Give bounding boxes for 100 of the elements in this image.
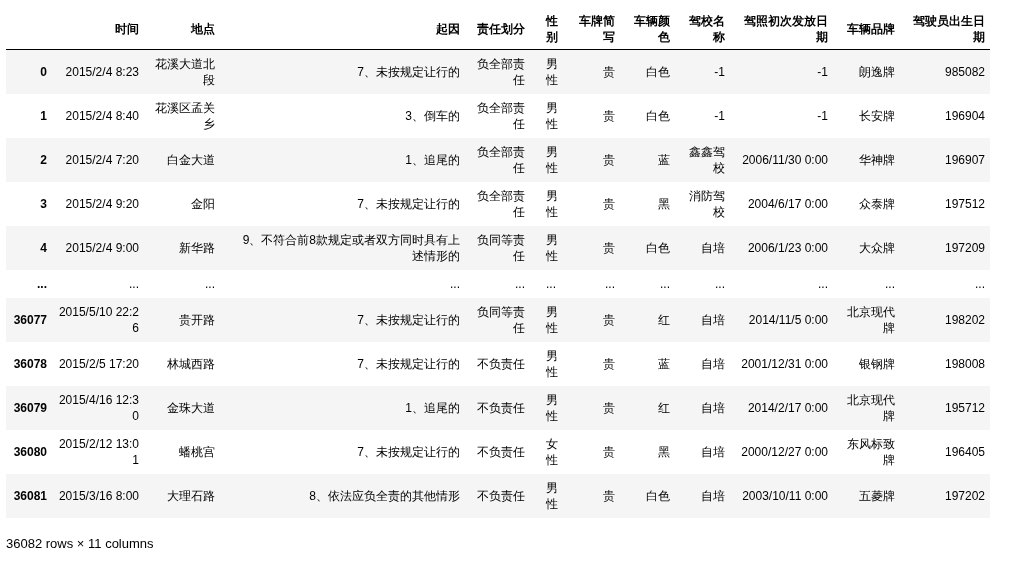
table-cell: 196904 [900, 94, 990, 138]
table-cell: 男性 [530, 49, 565, 94]
table-cell: 贵开路 [144, 298, 220, 342]
table-cell: 1、追尾的 [220, 138, 465, 182]
table-cell: 7、未按规定让行的 [220, 342, 465, 386]
table-cell: ... [220, 270, 465, 298]
column-header: 车辆品牌 [833, 10, 900, 50]
table-cell: 自培 [675, 342, 730, 386]
table-cell: 198008 [900, 342, 990, 386]
table-cell: 男性 [530, 474, 565, 518]
table-cell: -1 [675, 94, 730, 138]
table-cell: 贵 [565, 182, 620, 226]
table-cell: 金阳 [144, 182, 220, 226]
table-cell: 负同等责任 [465, 226, 530, 270]
table-cell: -1 [730, 94, 833, 138]
table-cell: 2000/12/27 0:00 [730, 430, 833, 474]
table-cell: 贵 [565, 226, 620, 270]
table-cell: 红 [620, 298, 675, 342]
table-cell: 7、未按规定让行的 [220, 298, 465, 342]
table-cell: 消防驾校 [675, 182, 730, 226]
row-index: 2 [6, 138, 57, 182]
table-cell: 男性 [530, 226, 565, 270]
table-cell: 8、依法应负全责的其他情形 [220, 474, 465, 518]
table-cell: 鑫鑫驾校 [675, 138, 730, 182]
row-index: 1 [6, 94, 57, 138]
table-cell: 长安牌 [833, 94, 900, 138]
table-cell: ... [675, 270, 730, 298]
table-cell: 197512 [900, 182, 990, 226]
table-cell: 贵 [565, 298, 620, 342]
table-cell: 新华路 [144, 226, 220, 270]
table-cell: 2004/6/17 0:00 [730, 182, 833, 226]
table-cell: 自培 [675, 430, 730, 474]
table-cell: 男性 [530, 138, 565, 182]
table-cell: 7、未按规定让行的 [220, 182, 465, 226]
table-cell: ... [900, 270, 990, 298]
table-cell: 不负责任 [465, 474, 530, 518]
table-cell: 负同等责任 [465, 298, 530, 342]
table-cell: ... [144, 270, 220, 298]
table-cell: 2015/3/16 8:00 [57, 474, 144, 518]
table-cell: 2015/2/4 8:23 [57, 49, 144, 94]
table-cell: 自培 [675, 386, 730, 430]
table-cell: 2006/11/30 0:00 [730, 138, 833, 182]
table-cell: 195712 [900, 386, 990, 430]
table-cell: 黑 [620, 182, 675, 226]
table-cell: 7、未按规定让行的 [220, 430, 465, 474]
table-cell: 1、追尾的 [220, 386, 465, 430]
table-cell: 2015/4/16 12:30 [57, 386, 144, 430]
table-cell: 白色 [620, 94, 675, 138]
row-index: 36077 [6, 298, 57, 342]
table-cell: 负全部责任 [465, 138, 530, 182]
column-header: 车牌简写 [565, 10, 620, 50]
table-cell: 985082 [900, 49, 990, 94]
table-cell: 负全部责任 [465, 49, 530, 94]
table-cell: 197209 [900, 226, 990, 270]
row-index: 4 [6, 226, 57, 270]
table-cell: 黑 [620, 430, 675, 474]
row-index: 36081 [6, 474, 57, 518]
table-cell: 红 [620, 386, 675, 430]
row-index: 36078 [6, 342, 57, 386]
table-cell: 贵 [565, 474, 620, 518]
table-cell: 不负责任 [465, 342, 530, 386]
table-cell: 2014/2/17 0:00 [730, 386, 833, 430]
table-cell: 自培 [675, 298, 730, 342]
table-cell: 女性 [530, 430, 565, 474]
table-cell: 花溪区孟关乡 [144, 94, 220, 138]
table-cell: ... [57, 270, 144, 298]
table-cell: 金珠大道 [144, 386, 220, 430]
column-header: 责任划分 [465, 10, 530, 50]
column-header: 起因 [220, 10, 465, 50]
row-index: 36080 [6, 430, 57, 474]
table-cell: 196405 [900, 430, 990, 474]
table-cell: 2015/2/4 7:20 [57, 138, 144, 182]
table-cell: 负全部责任 [465, 182, 530, 226]
table-cell: 东风标致牌 [833, 430, 900, 474]
row-index: 36079 [6, 386, 57, 430]
column-header: 时间 [57, 10, 144, 50]
table-cell: 白色 [620, 226, 675, 270]
table-cell: 贵 [565, 430, 620, 474]
table-cell: 大理石路 [144, 474, 220, 518]
table-cell: ... [620, 270, 675, 298]
table-cell: 2015/2/5 17:20 [57, 342, 144, 386]
table-cell: -1 [675, 49, 730, 94]
table-cell: 蓝 [620, 138, 675, 182]
table-cell: 贵 [565, 342, 620, 386]
table-cell: 自培 [675, 226, 730, 270]
table-cell: 男性 [530, 94, 565, 138]
table-cell: 华神牌 [833, 138, 900, 182]
row-index: ... [6, 270, 57, 298]
table-cell: 3、倒车的 [220, 94, 465, 138]
table-cell: -1 [730, 49, 833, 94]
table-cell: 蓝 [620, 342, 675, 386]
table-cell: ... [465, 270, 530, 298]
table-cell: 大众牌 [833, 226, 900, 270]
table-cell: 2015/5/10 22:26 [57, 298, 144, 342]
row-index: 3 [6, 182, 57, 226]
table-cell: 众泰牌 [833, 182, 900, 226]
table-cell: 196907 [900, 138, 990, 182]
table-cell: 贵 [565, 386, 620, 430]
table-cell: 北京现代牌 [833, 298, 900, 342]
table-cell: 2015/2/12 13:01 [57, 430, 144, 474]
